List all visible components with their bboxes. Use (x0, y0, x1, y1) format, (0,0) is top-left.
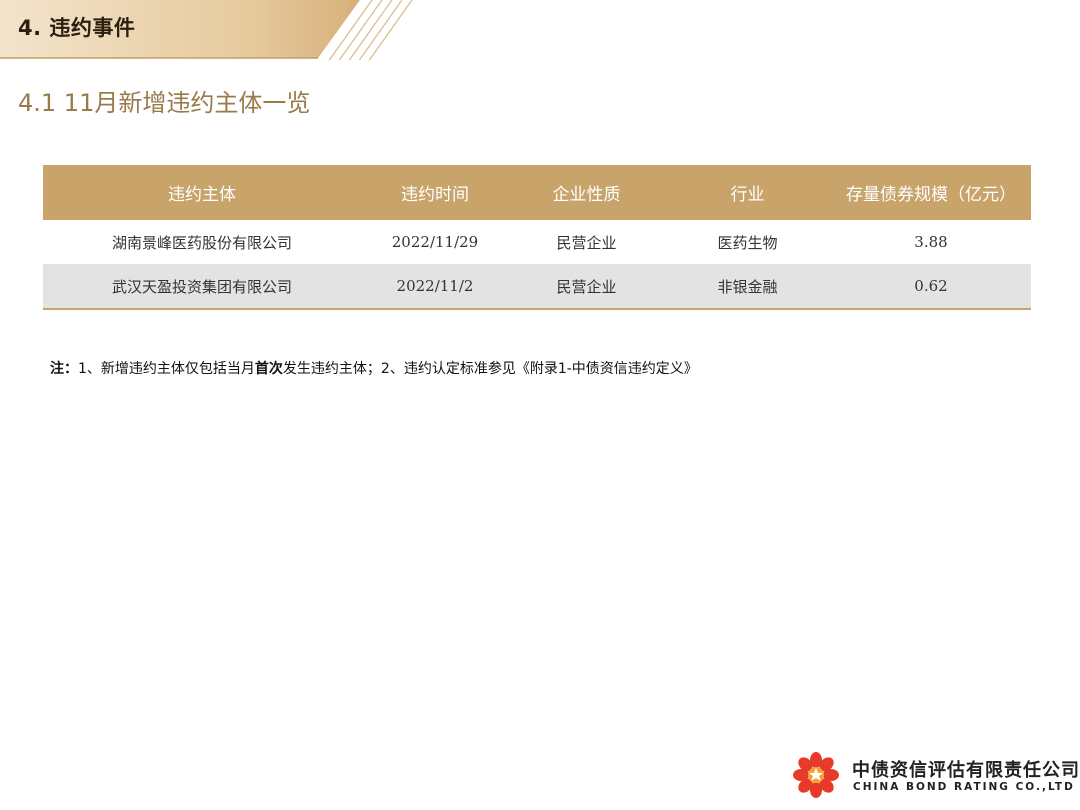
footnote-text-1: 1、新增违约主体仅包括当月 (78, 361, 255, 377)
company-name-en: CHINA BOND RATING CO.,LTD (853, 781, 1075, 793)
cell-date: 2022/11/2 (361, 264, 509, 310)
cell-entity: 武汉天盈投资集团有限公司 (43, 264, 361, 310)
table-row: 武汉天盈投资集团有限公司 2022/11/2 民营企业 非银金融 0.62 (43, 264, 1031, 310)
footnote-emphasis: 首次 (254, 361, 283, 377)
cell-industry: 医药生物 (717, 233, 778, 252)
cell-bond-size: 0.62 (831, 264, 1031, 310)
cell-industry: 非银金融 (664, 264, 831, 310)
column-header: 存量债券规模（亿元） (831, 165, 1031, 220)
cell-ownership: 民营企业 (556, 233, 617, 252)
footnote: 注：1、新增违约主体仅包括当月首次发生违约主体；2、违约认定标准参见《附录1-中… (50, 358, 698, 378)
column-header: 行业 (664, 165, 831, 220)
cell-date: 2022/11/29 (391, 233, 479, 251)
cell-ownership: 民营企业 (509, 264, 664, 310)
logo-emblem-icon (793, 752, 839, 798)
company-logo: 中债资信评估有限责任公司 CHINA BOND RATING CO.,LTD (790, 750, 1079, 800)
default-table-container: 违约主体 违约时间 企业性质 行业 存量债券规模（亿元） 湖南景峰医药股份有限公… (43, 165, 1031, 310)
page-subtitle: 4.1 11月新增违约主体一览 (18, 89, 311, 117)
section-title: 4. 违约事件 (18, 16, 136, 40)
column-header: 违约主体 (43, 165, 361, 220)
cell-entity: 湖南景峰医药股份有限公司 (111, 233, 292, 252)
cell-bond-size: 3.88 (914, 233, 948, 251)
section-banner: 4. 违约事件 (0, 0, 420, 60)
column-header: 企业性质 (509, 165, 664, 220)
default-entities-table: 违约主体 违约时间 企业性质 行业 存量债券规模（亿元） 湖南景峰医药股份有限公… (43, 165, 1031, 310)
footnote-label: 注： (50, 361, 78, 377)
table-header-row: 违约主体 违约时间 企业性质 行业 存量债券规模（亿元） (43, 165, 1031, 220)
column-header: 违约时间 (361, 165, 509, 220)
table-row: 湖南景峰医药股份有限公司 2022/11/29 民营企业 医药生物 3.88 (43, 220, 1031, 264)
footnote-text-2: 发生违约主体；2、违约认定标准参见《附录1-中债资信违约定义》 (282, 361, 698, 377)
company-name-cn: 中债资信评估有限责任公司 (852, 760, 1080, 781)
